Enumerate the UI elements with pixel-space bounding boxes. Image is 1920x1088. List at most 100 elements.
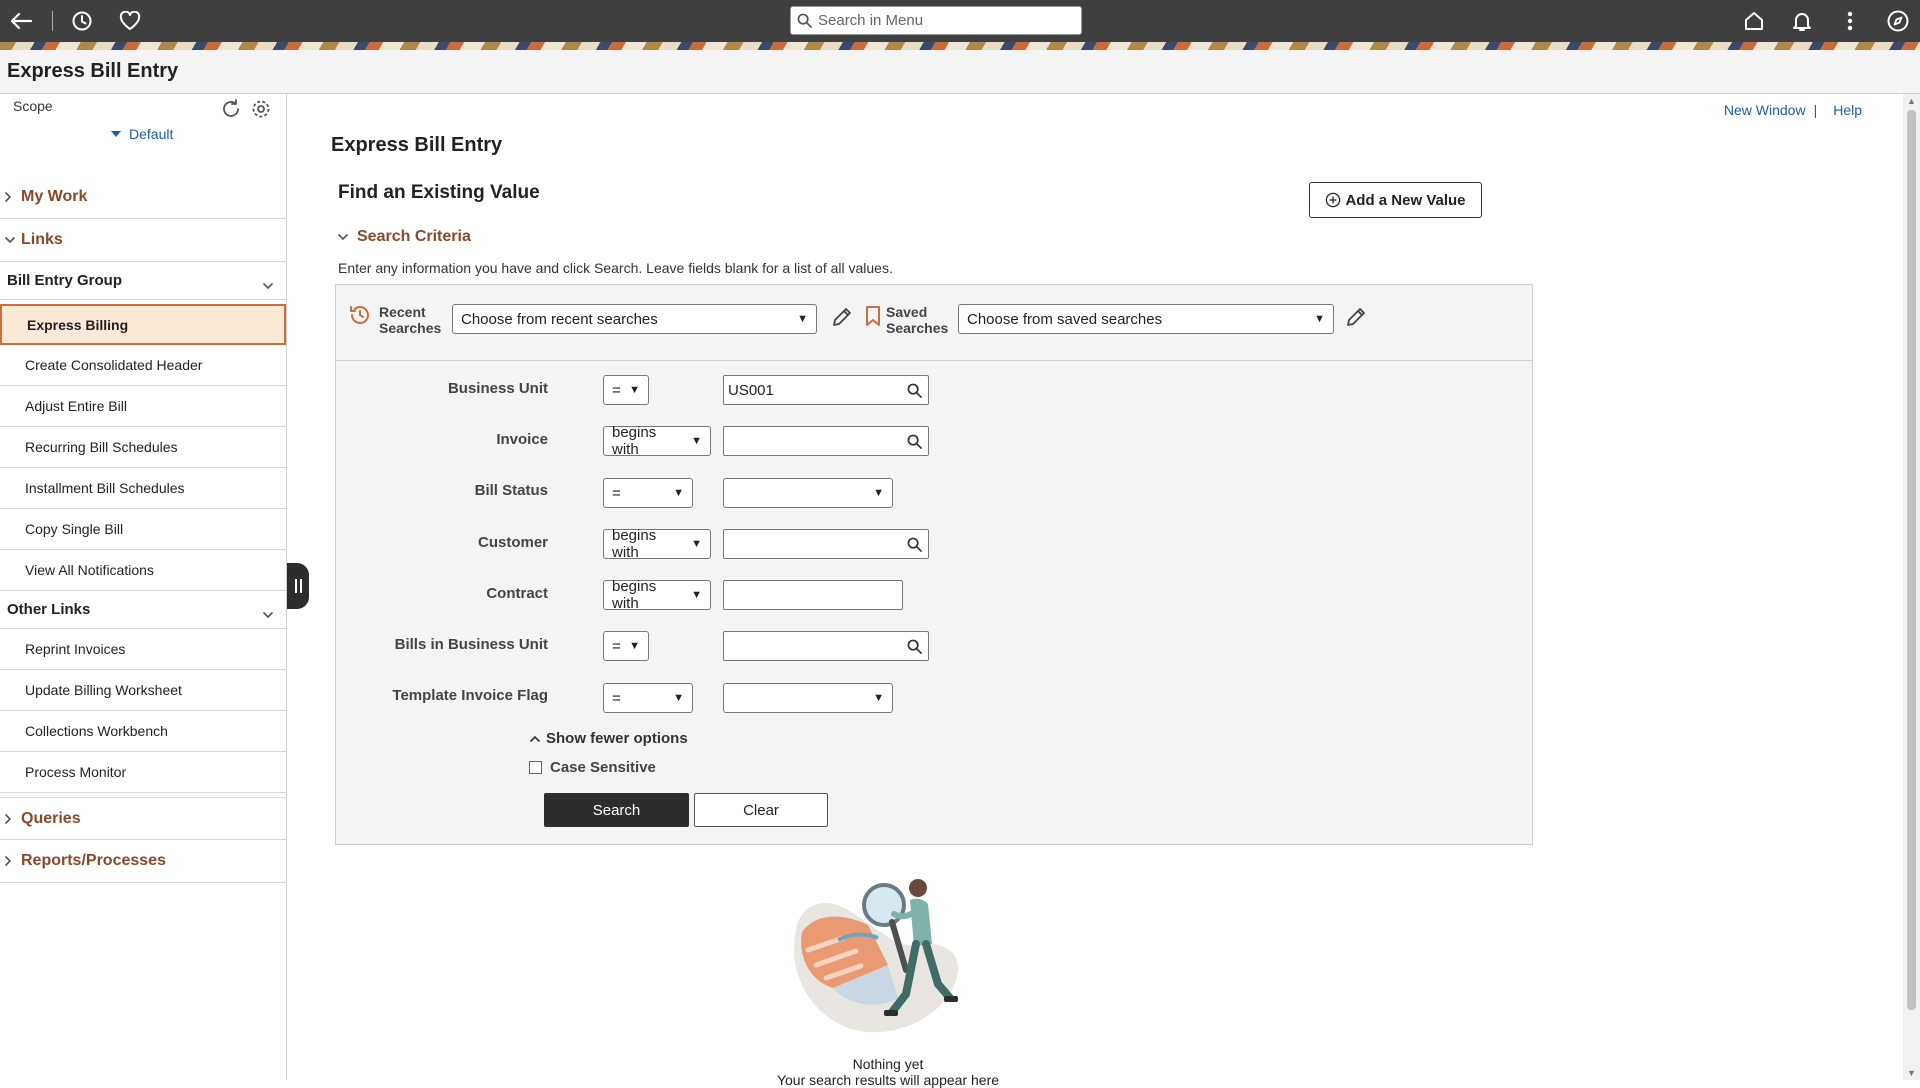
group-bill-entry[interactable]: Bill Entry Group bbox=[0, 262, 286, 300]
nav-item-copy-single-bill[interactable]: Copy Single Bill bbox=[0, 509, 286, 550]
chevron-down-icon: ▼ bbox=[629, 640, 640, 652]
search-button[interactable]: Search bbox=[544, 793, 689, 827]
chevron-up-icon bbox=[529, 735, 541, 742]
nav-item-update-billing-worksheet[interactable]: Update Billing Worksheet bbox=[0, 670, 286, 711]
case-sensitive-option: Case Sensitive bbox=[529, 759, 656, 776]
recent-searches-label-line1: Recent bbox=[379, 304, 426, 320]
section-my-work-label: My Work bbox=[21, 188, 88, 205]
business-unit-input[interactable]: US001 bbox=[723, 375, 929, 405]
back-arrow-icon[interactable] bbox=[6, 6, 36, 36]
saved-searches-label: Saved Searches bbox=[886, 304, 948, 336]
chevron-down-icon bbox=[262, 282, 274, 289]
lookup-search-icon[interactable] bbox=[904, 383, 924, 398]
home-icon[interactable] bbox=[1739, 6, 1769, 36]
lookup-search-icon[interactable] bbox=[904, 434, 924, 449]
recent-searches-value: Choose from recent searches bbox=[461, 310, 658, 328]
add-new-value-button[interactable]: Add a New Value bbox=[1309, 182, 1482, 218]
chevron-down-icon: ▼ bbox=[691, 435, 702, 447]
search-criteria-toggle[interactable]: Search Criteria bbox=[337, 228, 471, 246]
lookup-search-icon[interactable] bbox=[904, 639, 924, 654]
nav-item-express-billing[interactable]: Express Billing bbox=[0, 304, 286, 345]
case-sensitive-checkbox[interactable] bbox=[529, 761, 542, 774]
nav-item-adjust-entire-bill[interactable]: Adjust Entire Bill bbox=[0, 386, 286, 427]
case-sensitive-label: Case Sensitive bbox=[550, 759, 656, 776]
content-heading: Express Bill Entry bbox=[331, 134, 503, 156]
customer-operator[interactable]: begins with ▼ bbox=[603, 527, 711, 561]
nav-item-process-monitor[interactable]: Process Monitor bbox=[0, 752, 286, 793]
nav-item-installment-bill-schedules[interactable]: Installment Bill Schedules bbox=[0, 468, 286, 509]
customer-input[interactable] bbox=[723, 529, 929, 559]
nav-item-label: Copy Single Bill bbox=[25, 521, 124, 537]
recent-history-icon bbox=[350, 306, 369, 324]
scroll-up-arrow-icon[interactable]: ▲ bbox=[1907, 96, 1916, 106]
business-unit-operator-value: = bbox=[612, 381, 621, 399]
group-other-links[interactable]: Other Links bbox=[0, 591, 286, 629]
vertical-scrollbar[interactable]: ▲ ▼ bbox=[1903, 94, 1920, 1080]
edit-saved-pencil-icon[interactable] bbox=[1344, 305, 1368, 329]
history-clock-icon[interactable] bbox=[67, 6, 97, 36]
gear-icon[interactable] bbox=[250, 98, 272, 120]
template-invoice-flag-select[interactable]: ▼ bbox=[723, 683, 893, 713]
nav-item-label: Installment Bill Schedules bbox=[25, 480, 185, 496]
saved-searches-select[interactable]: Choose from saved searches ▼ bbox=[958, 304, 1334, 334]
top-bar: Search in Menu bbox=[0, 0, 1920, 50]
favorites-heart-icon[interactable] bbox=[115, 6, 145, 36]
scrollbar-thumb[interactable] bbox=[1907, 110, 1916, 1010]
bills-in-business-unit-operator[interactable]: = ▼ bbox=[603, 631, 649, 661]
invoice-operator[interactable]: begins with ▼ bbox=[603, 424, 711, 458]
help-link[interactable]: Help bbox=[1833, 102, 1862, 118]
section-links[interactable]: Links bbox=[0, 219, 286, 262]
bill-status-select[interactable]: ▼ bbox=[723, 478, 893, 508]
template-invoice-flag-operator[interactable]: = ▼ bbox=[603, 683, 693, 713]
search-in-menu-input[interactable]: Search in Menu bbox=[790, 6, 1082, 35]
section-reports-label: Reports/Processes bbox=[21, 852, 166, 869]
contract-label: Contract bbox=[486, 585, 548, 602]
more-actions-icon[interactable] bbox=[1835, 6, 1865, 36]
edit-recent-pencil-icon[interactable] bbox=[830, 305, 854, 329]
main-content: New Window | Help Express Bill Entry Fin… bbox=[288, 94, 1900, 1088]
nav-item-label: Recurring Bill Schedules bbox=[25, 439, 178, 455]
section-queries[interactable]: Queries bbox=[0, 797, 286, 840]
navigator-compass-icon[interactable] bbox=[1883, 6, 1913, 36]
chevron-down-icon: ▼ bbox=[873, 692, 884, 704]
bills-in-business-unit-input[interactable] bbox=[723, 631, 929, 661]
business-unit-operator[interactable]: = ▼ bbox=[603, 375, 649, 405]
show-fewer-options-toggle[interactable]: Show fewer options bbox=[529, 730, 688, 747]
nav-item-label: Update Billing Worksheet bbox=[25, 682, 182, 698]
scroll-down-arrow-icon[interactable]: ▼ bbox=[1907, 1068, 1916, 1078]
chevron-down-icon: ▼ bbox=[797, 313, 808, 325]
notifications-bell-icon[interactable] bbox=[1787, 6, 1817, 36]
empty-state-subtitle: Your search results will appear here bbox=[776, 1072, 1000, 1088]
nav-item-collections-workbench[interactable]: Collections Workbench bbox=[0, 711, 286, 752]
refresh-icon[interactable] bbox=[220, 98, 242, 120]
page-title: Express Bill Entry bbox=[7, 60, 179, 82]
search-criteria-label: Search Criteria bbox=[357, 228, 471, 245]
group-bill-entry-label: Bill Entry Group bbox=[7, 272, 123, 289]
contract-operator[interactable]: begins with ▼ bbox=[603, 578, 711, 612]
empty-state-title: Nothing yet bbox=[852, 1056, 924, 1072]
scope-label: Scope bbox=[13, 98, 53, 114]
clear-button[interactable]: Clear bbox=[694, 793, 828, 827]
nav-item-reprint-invoices[interactable]: Reprint Invoices bbox=[0, 629, 286, 670]
recent-searches-select[interactable]: Choose from recent searches ▼ bbox=[452, 304, 817, 334]
new-window-link[interactable]: New Window bbox=[1724, 102, 1806, 118]
nav-item-label: Reprint Invoices bbox=[25, 641, 126, 657]
page-title-bar: Express Bill Entry bbox=[0, 50, 1920, 94]
invoice-input[interactable] bbox=[723, 426, 929, 456]
contract-input[interactable] bbox=[723, 580, 903, 610]
add-new-value-label: Add a New Value bbox=[1345, 191, 1466, 209]
section-reports-processes[interactable]: Reports/Processes bbox=[0, 840, 286, 883]
nav-item-recurring-bill-schedules[interactable]: Recurring Bill Schedules bbox=[0, 427, 286, 468]
nav-item-label: Express Billing bbox=[27, 316, 129, 333]
lookup-search-icon[interactable] bbox=[904, 537, 924, 552]
scope-default-dropdown[interactable]: Default bbox=[111, 126, 173, 142]
saved-searches-bar: Recent Searches Choose from recent searc… bbox=[336, 285, 1532, 361]
nav-item-view-all-notifications[interactable]: View All Notifications bbox=[0, 550, 286, 591]
nav-item-create-consolidated-header[interactable]: Create Consolidated Header bbox=[0, 345, 286, 386]
bill-status-operator[interactable]: = ▼ bbox=[603, 478, 693, 508]
chevron-down-icon: ▼ bbox=[691, 589, 702, 601]
business-unit-label: Business Unit bbox=[447, 380, 548, 397]
chevron-right-icon bbox=[4, 813, 16, 825]
section-my-work[interactable]: My Work bbox=[0, 176, 286, 219]
chevron-down-icon bbox=[4, 236, 16, 244]
